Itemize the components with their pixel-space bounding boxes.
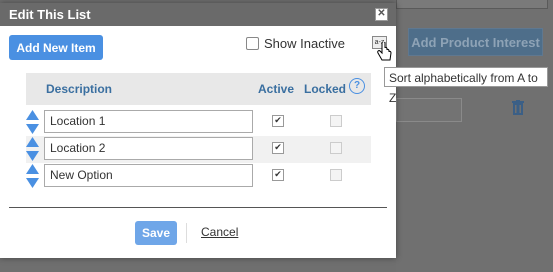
active-checkbox[interactable]: ✔	[272, 115, 284, 127]
footer-divider	[9, 207, 387, 208]
active-checkbox[interactable]: ✔	[272, 169, 284, 181]
show-inactive-toggle[interactable]: Show Inactive	[246, 36, 345, 51]
cancel-link[interactable]: Cancel	[201, 225, 238, 239]
show-inactive-checkbox[interactable]	[246, 37, 259, 50]
locked-checkbox	[330, 169, 342, 181]
footer-separator	[186, 223, 187, 243]
column-active: Active	[258, 82, 295, 96]
column-description: Description	[46, 82, 113, 96]
add-product-interest-button: Add Product Interest	[408, 28, 543, 56]
description-input[interactable]: Location 1	[44, 110, 253, 133]
active-checkbox[interactable]: ✔	[272, 142, 284, 154]
table-row: Location 1 ✔	[26, 109, 371, 136]
dialog-titlebar: Edit This List ✕	[0, 3, 396, 26]
edit-list-dialog: Edit This List ✕ Add New Item Show Inact…	[0, 3, 396, 258]
list-table: Description Active Locked ? Location 1 ✔…	[26, 73, 371, 188]
save-button[interactable]: Save	[135, 221, 177, 245]
show-inactive-label: Show Inactive	[264, 36, 345, 51]
table-header: Description Active Locked ?	[26, 73, 371, 105]
background-textarea	[396, 0, 548, 9]
locked-checkbox	[330, 115, 342, 127]
dialog-title: Edit This List	[9, 7, 91, 22]
trash-icon	[512, 100, 524, 115]
hand-cursor-icon	[377, 42, 392, 61]
add-new-item-button[interactable]: Add New Item	[9, 35, 103, 60]
help-icon[interactable]: ?	[349, 78, 365, 94]
reorder-arrows-icon[interactable]	[26, 137, 39, 161]
description-input[interactable]: Location 2	[44, 137, 253, 160]
reorder-arrows-icon[interactable]	[26, 110, 39, 134]
locked-checkbox	[330, 142, 342, 154]
column-locked: Locked	[304, 82, 347, 96]
table-row: Location 2 ✔	[26, 136, 371, 163]
table-row: New Option ✔	[26, 163, 371, 190]
reorder-arrows-icon[interactable]	[26, 164, 39, 188]
background-input	[396, 98, 462, 122]
close-icon[interactable]: ✕	[375, 8, 388, 21]
description-input[interactable]: New Option	[44, 164, 253, 187]
sort-tooltip: Sort alphabetically from A to Z	[384, 67, 548, 105]
